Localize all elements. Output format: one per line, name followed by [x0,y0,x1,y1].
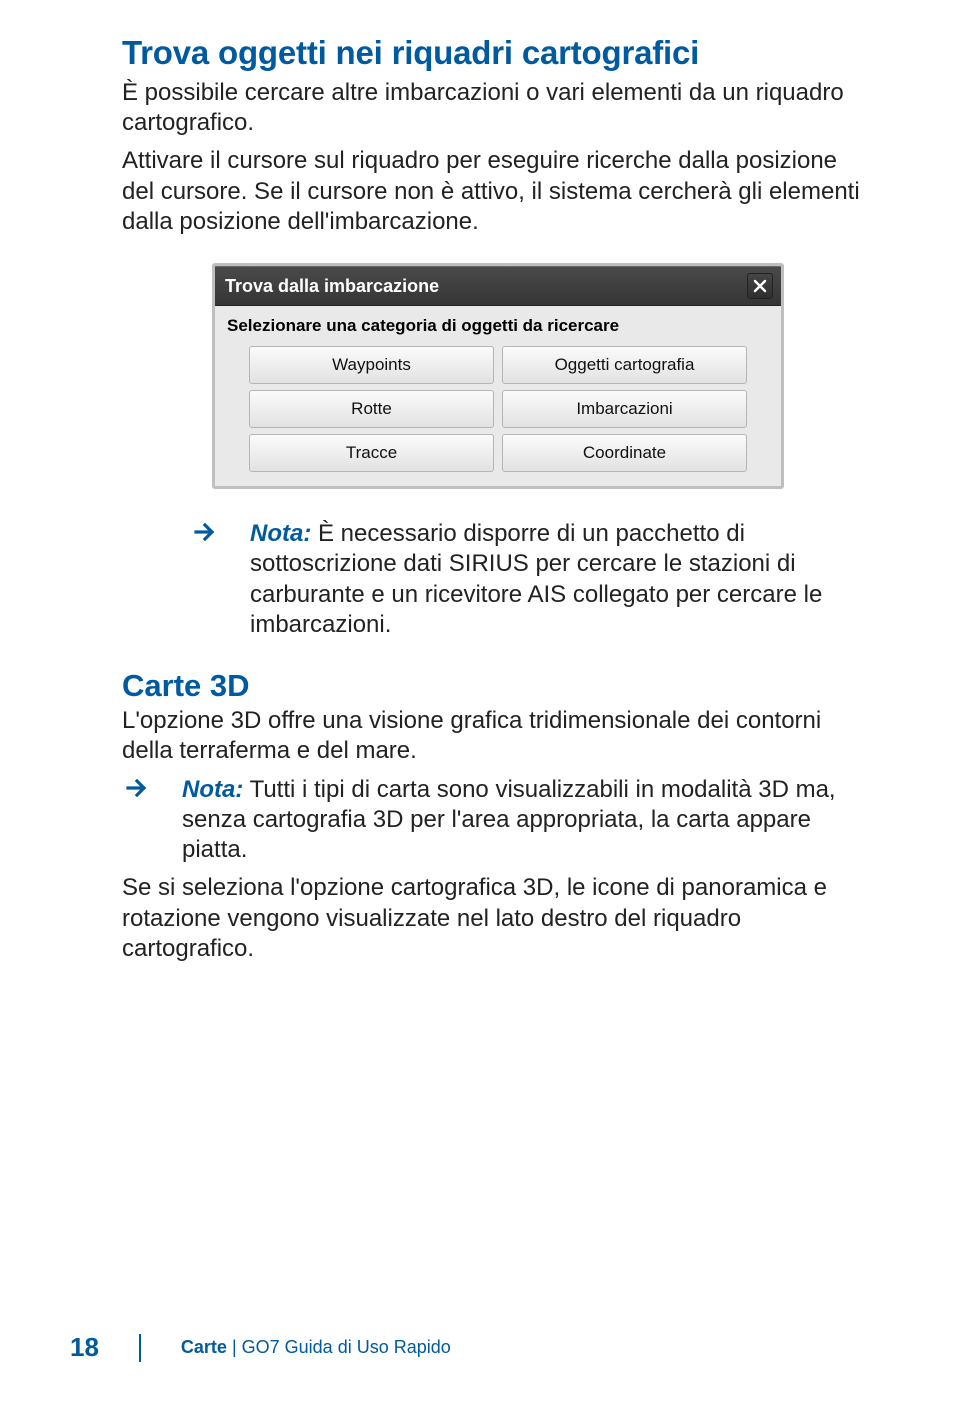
section-heading-3d-charts: Carte 3D [122,668,874,704]
note-block: Nota: Tutti i tipi di carta sono visuali… [126,775,874,866]
note-block: Nota: È necessario disporre di un pacche… [126,519,874,640]
footer-chapter: Carte [181,1337,227,1357]
category-routes-button[interactable]: Rotte [249,390,494,428]
footer-divider [139,1334,141,1362]
page-number: 18 [70,1332,99,1363]
note-label: Nota: [182,776,243,803]
note-text: Nota: Tutti i tipi di carta sono visuali… [182,775,874,866]
paragraph: L'opzione 3D offre una visione grafica t… [122,706,874,766]
page-footer: 18 Carte | GO7 Guida di Uso Rapido [70,1332,451,1363]
note-text: Nota: È necessario disporre di un pacche… [250,519,874,640]
footer-separator: | [227,1337,242,1357]
close-icon [753,279,767,293]
find-dialog: Trova dalla imbarcazione Selezionare una… [212,263,784,489]
category-vessels-button[interactable]: Imbarcazioni [502,390,747,428]
paragraph: Attivare il cursore sul riquadro per ese… [122,146,874,237]
note-body: È necessario disporre di un pacchetto di… [250,520,822,638]
section-heading-find-objects: Trova oggetti nei riquadri cartografici [122,34,874,72]
category-button-grid: Waypoints Oggetti cartografia Rotte Imba… [227,346,769,472]
category-coordinates-button[interactable]: Coordinate [502,434,747,472]
arrow-right-icon [194,521,216,640]
dialog-body: Selezionare una categoria di oggetti da … [215,306,781,486]
footer-doc-title: GO7 Guida di Uso Rapido [242,1337,451,1357]
footer-text: Carte | GO7 Guida di Uso Rapido [181,1337,451,1358]
dialog-prompt: Selezionare una categoria di oggetti da … [227,316,769,336]
category-tracks-button[interactable]: Tracce [249,434,494,472]
category-waypoints-button[interactable]: Waypoints [249,346,494,384]
paragraph: È possibile cercare altre imbarcazioni o… [122,78,874,138]
close-button[interactable] [747,273,773,299]
dialog-title: Trova dalla imbarcazione [225,276,439,297]
note-body: Tutti i tipi di carta sono visualizzabil… [182,776,836,863]
note-label: Nota: [250,520,311,547]
arrow-right-icon [126,777,148,866]
category-chart-objects-button[interactable]: Oggetti cartografia [502,346,747,384]
dialog-titlebar: Trova dalla imbarcazione [215,266,781,306]
paragraph: Se si seleziona l'opzione cartografica 3… [122,873,874,964]
